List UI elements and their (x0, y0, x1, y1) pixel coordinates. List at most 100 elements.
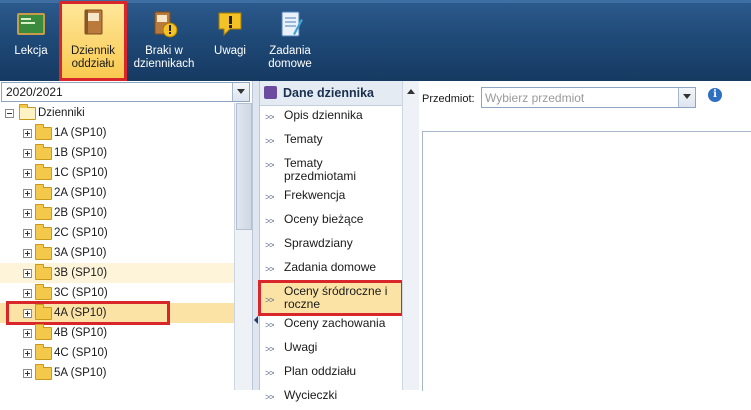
menu-item-label: Oceny bieżące (284, 212, 364, 226)
double-chevron-icon: >> (265, 136, 274, 146)
tree-item-4b[interactable]: 4B (SP10) (0, 323, 234, 343)
menu-scrollbar[interactable] (402, 81, 419, 390)
expand-icon[interactable] (23, 249, 32, 258)
school-year-select[interactable]: 2020/2021 (1, 82, 250, 102)
tree-item-3c[interactable]: 3C (SP10) (0, 283, 234, 303)
tree-root[interactable]: Dzienniki (0, 103, 234, 123)
tree-item-1c[interactable]: 1C (SP10) (0, 163, 234, 183)
tree-item-label: 1C (SP10) (54, 167, 108, 179)
open-folder-icon (19, 104, 36, 120)
tree-item-4c[interactable]: 4C (SP10) (0, 343, 234, 363)
panel-splitter[interactable] (253, 81, 260, 390)
journal-data-header: Dane dziennika (260, 81, 402, 106)
remarks-warning-icon (218, 12, 242, 37)
tree-item-label: 1A (SP10) (54, 127, 107, 139)
menu-item-frekwencja[interactable]: >> Frekwencja (260, 186, 402, 210)
collapse-arrow-icon[interactable] (254, 316, 258, 324)
tree-item-4a[interactable]: 4A (SP10) (0, 301, 234, 325)
expand-icon[interactable] (23, 289, 32, 298)
tree-item-3a[interactable]: 3A (SP10) (0, 243, 234, 263)
expand-icon[interactable] (23, 349, 32, 358)
menu-item-oceny-zachowania[interactable]: >> Oceny zachowania (260, 314, 402, 338)
tree-item-label: 2C (SP10) (54, 227, 108, 239)
double-chevron-icon: >> (265, 112, 274, 122)
tree-item-label: 4A (SP10) (54, 307, 107, 319)
double-chevron-icon: >> (265, 192, 274, 202)
menu-item-label: Wycieczki (284, 388, 338, 402)
tree-item-label: 5A (SP10) (54, 367, 107, 379)
tree-item-label: 3C (SP10) (54, 287, 108, 299)
tree-item-label: 3B (SP10) (54, 267, 108, 279)
tree-item-1a[interactable]: 1A (SP10) (0, 123, 234, 143)
expand-icon[interactable] (23, 189, 32, 198)
lesson-board-icon (17, 13, 45, 35)
expand-icon[interactable] (23, 329, 32, 338)
uwagi-label: Uwagi (214, 45, 246, 57)
menu-item-sprawdziany[interactable]: >> Sprawdziany (260, 234, 402, 258)
tree-item-label: 2B (SP10) (54, 207, 108, 219)
lekcja-label: Lekcja (14, 45, 48, 57)
menu-item-label: Oceny zachowania (284, 316, 386, 330)
menu-item-uwagi[interactable]: >> Uwagi (260, 338, 402, 362)
tree-item-2c[interactable]: 2C (SP10) (0, 223, 234, 243)
double-chevron-icon: >> (265, 368, 274, 378)
chevron-down-icon[interactable] (232, 83, 249, 101)
expand-icon[interactable] (23, 309, 32, 318)
menu-item-label: Uwagi (284, 340, 318, 354)
expand-icon[interactable] (23, 229, 32, 238)
collapse-icon[interactable] (5, 109, 14, 118)
folder-icon (35, 164, 52, 180)
folder-icon (35, 144, 52, 160)
scroll-up-icon[interactable] (407, 89, 415, 94)
menu-item-zadania-domowe[interactable]: >> Zadania domowe (260, 258, 402, 282)
tree-item-label: 3A (SP10) (54, 247, 107, 259)
missing-entries-icon (154, 11, 178, 38)
expand-icon[interactable] (23, 169, 32, 178)
subject-placeholder: Wybierz przedmiot (485, 91, 585, 105)
tree-item-label: 2A (SP10) (54, 187, 107, 199)
folder-icon (35, 264, 52, 280)
tree-scrollbar[interactable] (234, 103, 252, 390)
menu-item-label: Tematy przedmiotami (284, 156, 357, 183)
lekcja-button[interactable]: Lekcja (5, 5, 57, 77)
menu-item-opis-dziennika[interactable]: >> Opis dziennika (260, 106, 402, 130)
folder-icon (35, 184, 52, 200)
expand-icon[interactable] (23, 129, 32, 138)
tree-item-label: 4C (SP10) (54, 347, 108, 359)
folder-icon (35, 324, 52, 340)
tree-item-2a[interactable]: 2A (SP10) (0, 183, 234, 203)
menu-item-tematy[interactable]: >> Tematy (260, 130, 402, 154)
expand-icon[interactable] (23, 269, 32, 278)
subject-select[interactable]: Wybierz przedmiot (481, 87, 696, 108)
folder-icon (35, 364, 52, 380)
folder-icon (35, 344, 52, 360)
tree-scrollbar-thumb[interactable] (236, 103, 252, 230)
braki-w-dziennikach-button[interactable]: Braki w dziennikach (133, 5, 195, 77)
journal-data-panel: Dane dziennika >> Opis dziennika >> Tematy… (258, 81, 404, 402)
tree-item-2b[interactable]: 2B (SP10) (0, 203, 234, 223)
tree-item-3b[interactable]: 3B (SP10) (0, 263, 234, 283)
menu-item-tematy-przedmiotami[interactable]: >> Tematy przedmiotami (260, 154, 402, 186)
expand-icon[interactable] (23, 149, 32, 158)
tree-item-label: 4B (SP10) (54, 327, 108, 339)
expand-icon[interactable] (23, 369, 32, 378)
dziennik-oddzialu-button[interactable]: Dziennik oddziału (59, 1, 127, 81)
journal-tree: Dzienniki 1A (SP10) 1B (SP10) 1C (SP10) … (0, 103, 234, 383)
info-icon[interactable]: i (708, 88, 722, 102)
chevron-down-icon[interactable] (678, 88, 695, 107)
double-chevron-icon: >> (265, 320, 274, 330)
menu-item-plan-oddzialu[interactable]: >> Plan oddziału (260, 362, 402, 386)
folder-icon (35, 304, 52, 320)
tree-item-5a[interactable]: 5A (SP10) (0, 363, 234, 383)
expand-icon[interactable] (23, 209, 32, 218)
double-chevron-icon: >> (265, 392, 274, 402)
content-panel: Przedmiot: Wybierz przedmiot i (419, 81, 751, 391)
braki-label: Braki w dziennikach (133, 45, 195, 70)
zadania-domowe-button[interactable]: Zadania domowe (262, 5, 318, 77)
tree-item-1b[interactable]: 1B (SP10) (0, 143, 234, 163)
menu-item-oceny-biezace[interactable]: >> Oceny bieżące (260, 210, 402, 234)
menu-item-oceny-srodroczne[interactable]: >> Oceny śródroczne i roczne (258, 280, 404, 316)
uwagi-button[interactable]: Uwagi (204, 5, 256, 77)
dziennik-oddzialu-label: Dziennik oddziału (70, 45, 116, 70)
double-chevron-icon: >> (265, 264, 274, 274)
